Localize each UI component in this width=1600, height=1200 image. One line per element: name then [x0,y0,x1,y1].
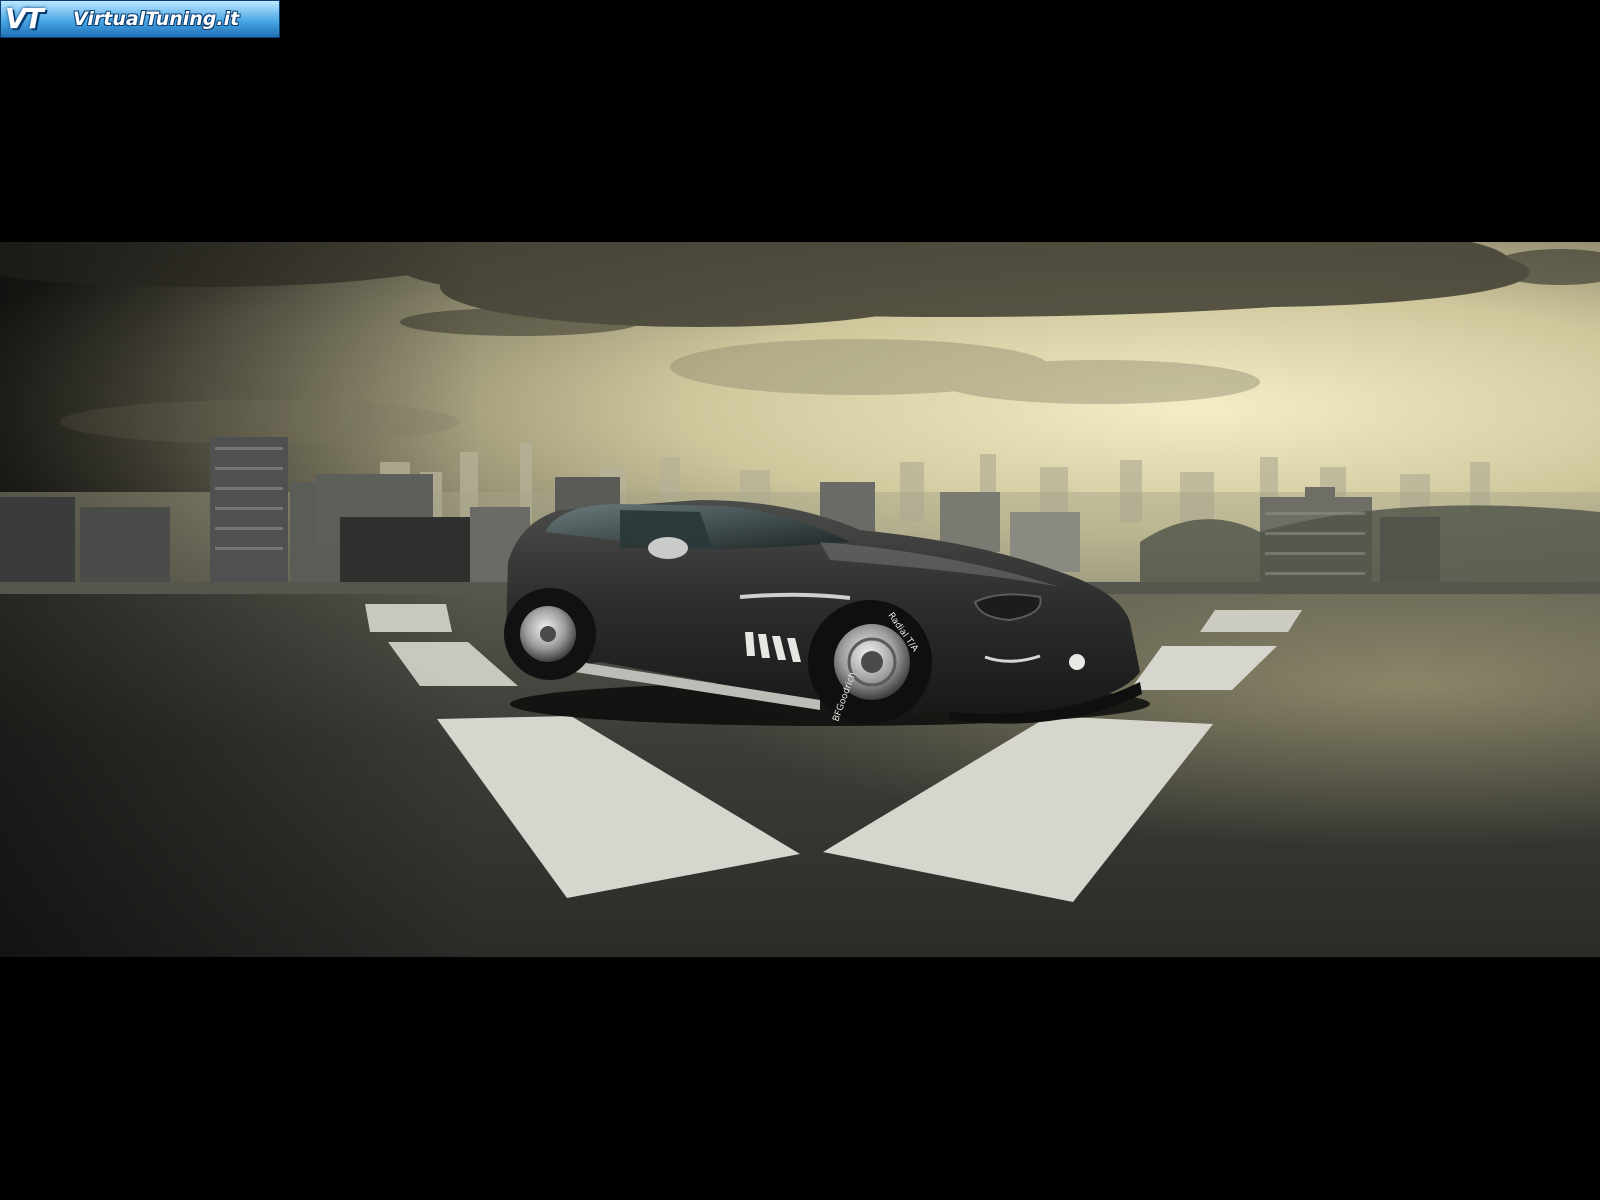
logo-text: VirtualTuning.it [73,8,240,30]
photo-scene: BFGoodrich Radial T/A [0,242,1600,957]
logo-mark: VT [5,2,44,35]
site-logo[interactable]: VT VirtualTuning.it [0,0,280,38]
